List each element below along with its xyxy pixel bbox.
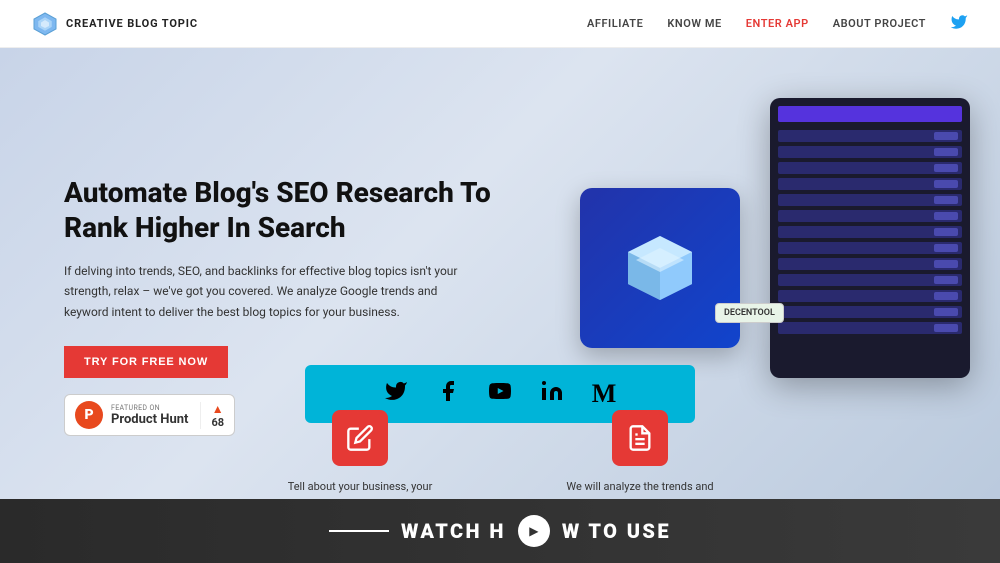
tablet-header-row <box>778 106 962 122</box>
tablet-row-9 <box>778 258 962 270</box>
nav-links: AFFILIATE KNOW ME ENTER APP ABOUT PROJEC… <box>587 13 968 35</box>
feature-2: We will analyze the trends and give you … <box>560 410 720 513</box>
ph-arrow-icon: ▲ <box>212 402 224 416</box>
watch-label-2: W TO USE <box>562 519 671 543</box>
product-hunt-icon: P <box>75 401 103 429</box>
ph-votes: ▲ 68 <box>200 402 224 429</box>
tablet-row-12 <box>778 306 962 318</box>
ph-featured-label: FEATURED ON <box>111 404 188 412</box>
twitter-nav-icon[interactable] <box>950 13 968 35</box>
nav-affiliate[interactable]: AFFILIATE <box>587 17 643 30</box>
logo-icon <box>32 11 58 37</box>
tablet-row-5 <box>778 194 962 206</box>
ph-vote-count: 68 <box>211 416 224 429</box>
watch-play-icon[interactable]: ▶ <box>518 515 550 547</box>
tablet-row-10 <box>778 274 962 286</box>
nav-know-me[interactable]: KNOW ME <box>667 17 721 30</box>
product-hunt-text: FEATURED ON Product Hunt <box>111 404 188 427</box>
watch-label: WATCH H <box>401 519 506 543</box>
watch-section: WATCH H ▶ W TO USE <box>0 499 1000 563</box>
tablet-row-13 <box>778 322 962 334</box>
cube-icon <box>620 228 700 308</box>
feature-2-icon <box>612 410 668 466</box>
navbar: CREATIVE BLOG TOPIC AFFILIATE KNOW ME EN… <box>0 0 1000 48</box>
ph-name: Product Hunt <box>111 412 188 427</box>
hero-title: Automate Blog's SEO Research To Rank Hig… <box>64 175 524 245</box>
hero-description: If delving into trends, SEO, and backlin… <box>64 261 484 322</box>
product-hunt-badge[interactable]: P FEATURED ON Product Hunt ▲ 68 <box>64 394 235 436</box>
hero-content: Automate Blog's SEO Research To Rank Hig… <box>64 175 524 436</box>
tablet-mockup <box>770 98 970 378</box>
decentool-badge: DECENTOOL <box>715 303 784 323</box>
hero-section: Automate Blog's SEO Research To Rank Hig… <box>0 48 1000 563</box>
brand-text: CREATIVE BLOG TOPIC <box>66 17 198 30</box>
medium-social-icon[interactable]: M <box>592 381 617 407</box>
tablet-row-6 <box>778 210 962 222</box>
tablet-row-3 <box>778 162 962 174</box>
brand[interactable]: CREATIVE BLOG TOPIC <box>32 11 198 37</box>
linkedin-social-icon[interactable] <box>540 379 564 409</box>
tablet-screen <box>770 98 970 342</box>
cube-illustration <box>580 188 740 348</box>
tablet-row-8 <box>778 242 962 254</box>
nav-about-project[interactable]: ABOUT PROJECT <box>833 17 926 30</box>
watch-divider <box>329 530 389 532</box>
tablet-row-1 <box>778 130 962 142</box>
tablet-row-11 <box>778 290 962 302</box>
tablet-row-2 <box>778 146 962 158</box>
nav-enter-app[interactable]: ENTER APP <box>746 17 809 30</box>
tablet-row-4 <box>778 178 962 190</box>
cta-button[interactable]: TRY FOR FREE NOW <box>64 346 228 378</box>
tablet-row-7 <box>778 226 962 238</box>
